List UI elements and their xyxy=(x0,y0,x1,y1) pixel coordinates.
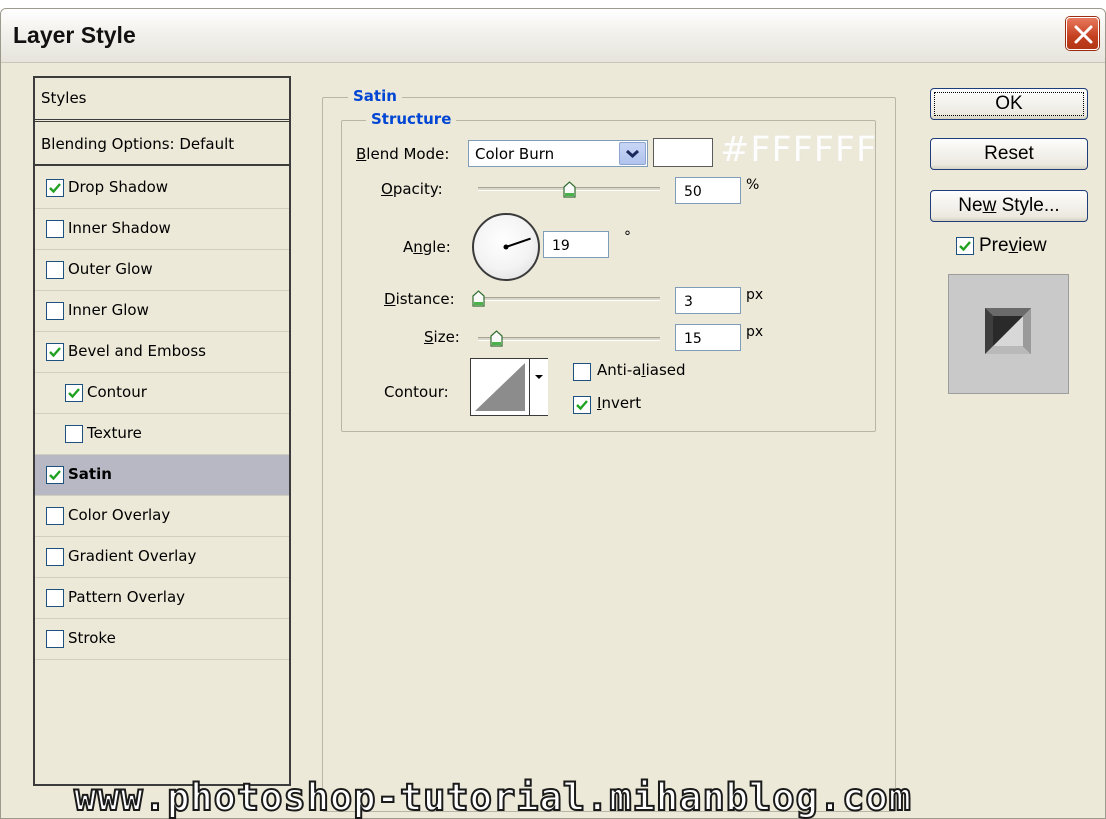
reset-label: Reset xyxy=(984,143,1034,164)
checkmark-icon xyxy=(959,241,971,252)
style-checkbox[interactable] xyxy=(65,384,83,402)
style-checkbox[interactable] xyxy=(46,302,64,320)
style-checkbox[interactable] xyxy=(65,425,83,443)
style-checkbox[interactable] xyxy=(46,220,64,238)
style-item-label: Inner Shadow xyxy=(68,219,171,237)
style-checkbox[interactable] xyxy=(46,589,64,607)
distance-label: Distance: xyxy=(384,290,455,308)
style-item-label: Color Overlay xyxy=(68,506,171,524)
angle-input[interactable]: 19 xyxy=(543,231,609,258)
style-item-pattern-overlay[interactable]: Pattern Overlay xyxy=(35,578,289,619)
style-checkbox[interactable] xyxy=(46,343,64,361)
angle-dial-needle xyxy=(503,237,531,250)
style-item-gradient-overlay[interactable]: Gradient Overlay xyxy=(35,537,289,578)
angle-unit: ° xyxy=(624,229,631,245)
distance-input[interactable]: 3 xyxy=(675,287,741,314)
style-checkbox[interactable] xyxy=(46,261,64,279)
checkmark-icon xyxy=(68,388,80,399)
style-item-label: Bevel and Emboss xyxy=(68,342,206,360)
contour-curve-icon xyxy=(475,363,525,411)
blending-options-item[interactable]: Blending Options: Default xyxy=(35,124,289,166)
anti-aliased-label: Anti-aliased xyxy=(597,361,686,379)
watermark-text: www.photoshop-tutorial.mihanblog.com xyxy=(73,775,912,819)
reset-button[interactable]: Reset xyxy=(930,138,1088,170)
size-slider-thumb[interactable] xyxy=(490,330,503,347)
blend-mode-label: Blend Mode: xyxy=(356,145,450,163)
style-item-label: Satin xyxy=(68,465,112,483)
style-item-label: Contour xyxy=(87,383,147,401)
style-item-stroke[interactable]: Stroke xyxy=(35,619,289,660)
style-preview-thumbnail xyxy=(948,274,1069,394)
size-unit: px xyxy=(746,324,764,340)
ok-button[interactable]: OK xyxy=(930,88,1088,120)
title-bar[interactable]: Layer Style xyxy=(1,9,1105,63)
size-slider-track[interactable] xyxy=(478,337,660,341)
distance-unit: px xyxy=(746,287,764,303)
close-icon xyxy=(1074,25,1093,44)
style-item-contour[interactable]: Contour xyxy=(35,373,289,414)
checkmark-icon xyxy=(49,183,61,194)
checkmark-icon xyxy=(49,470,61,481)
checkmark-icon xyxy=(49,347,61,358)
style-item-label: Gradient Overlay xyxy=(68,547,197,565)
preview-checkbox[interactable] xyxy=(956,237,974,255)
size-input[interactable]: 15 xyxy=(675,324,741,351)
invert-checkbox[interactable] xyxy=(573,396,591,414)
style-checkbox[interactable] xyxy=(46,466,64,484)
style-item-label: Stroke xyxy=(68,629,116,647)
blend-mode-value: Color Burn xyxy=(475,145,555,163)
distance-slider-track[interactable] xyxy=(478,297,660,301)
style-item-outer-glow[interactable]: Outer Glow xyxy=(35,250,289,291)
new-style-button[interactable]: New Style... xyxy=(930,190,1088,222)
preview-label: Preview xyxy=(979,235,1047,256)
style-item-label: Outer Glow xyxy=(68,260,153,278)
style-item-bevel-and-emboss[interactable]: Bevel and Emboss xyxy=(35,332,289,373)
angle-label: Angle: xyxy=(403,238,451,256)
contour-label: Contour: xyxy=(384,383,449,401)
style-item-inner-shadow[interactable]: Inner Shadow xyxy=(35,209,289,250)
style-checkbox[interactable] xyxy=(46,630,64,648)
ok-label: OK xyxy=(995,93,1023,114)
chevron-down-icon[interactable] xyxy=(619,142,646,165)
color-swatch[interactable] xyxy=(653,138,713,167)
color-hex-label: #FFFFFF xyxy=(720,130,878,170)
structure-legend: Structure xyxy=(366,110,457,128)
style-item-label: Texture xyxy=(87,424,142,442)
style-checkbox[interactable] xyxy=(46,548,64,566)
style-item-color-overlay[interactable]: Color Overlay xyxy=(35,496,289,537)
style-item-drop-shadow[interactable]: Drop Shadow xyxy=(35,168,289,209)
style-item-label: Pattern Overlay xyxy=(68,588,186,606)
distance-slider-thumb[interactable] xyxy=(472,290,485,307)
checkmark-icon xyxy=(576,400,588,411)
opacity-slider-thumb[interactable] xyxy=(563,181,576,198)
style-item-label: Drop Shadow xyxy=(68,178,169,196)
anti-aliased-checkbox[interactable] xyxy=(573,363,591,381)
styles-header[interactable]: Styles xyxy=(35,78,289,122)
styles-list: Styles Blending Options: Default Drop Sh… xyxy=(33,76,291,786)
style-item-satin[interactable]: Satin xyxy=(35,455,289,496)
style-preview-icon xyxy=(985,308,1031,354)
satin-legend: Satin xyxy=(348,87,402,105)
invert-label: Invert xyxy=(597,394,642,412)
opacity-unit: % xyxy=(746,177,760,193)
opacity-input[interactable]: 50 xyxy=(675,177,741,204)
style-item-label: Inner Glow xyxy=(68,301,149,319)
blend-mode-select[interactable]: Color Burn xyxy=(468,140,648,167)
contour-picker[interactable] xyxy=(470,358,548,416)
angle-dial[interactable] xyxy=(472,213,540,281)
size-label: Size: xyxy=(424,328,460,346)
chevron-down-icon xyxy=(535,375,543,379)
style-checkbox[interactable] xyxy=(46,179,64,197)
close-button[interactable] xyxy=(1066,17,1099,50)
dialog-title: Layer Style xyxy=(13,22,136,48)
style-item-inner-glow[interactable]: Inner Glow xyxy=(35,291,289,332)
style-checkbox[interactable] xyxy=(46,507,64,525)
opacity-label: Opacity: xyxy=(381,180,443,198)
style-item-texture[interactable]: Texture xyxy=(35,414,289,455)
contour-dropdown-arrow[interactable] xyxy=(529,359,548,415)
